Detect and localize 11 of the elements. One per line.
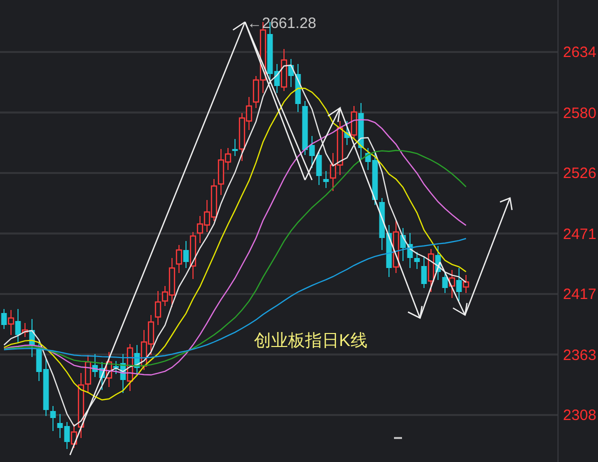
peak-price-label: ←2661.28 [247,16,316,31]
axis-label: 2308 [563,408,596,423]
axis-label: 2634 [563,45,596,60]
line-segment [419,262,441,318]
axis-label: 2417 [563,287,596,302]
axis-label: 2471 [563,226,596,242]
axis-label: 2363 [563,348,596,362]
chart-title: 创业板指日K线 [254,332,368,349]
axis-label: 2580 [563,106,596,120]
axis-label: 2526 [563,166,596,181]
dash-mark [394,437,402,439]
